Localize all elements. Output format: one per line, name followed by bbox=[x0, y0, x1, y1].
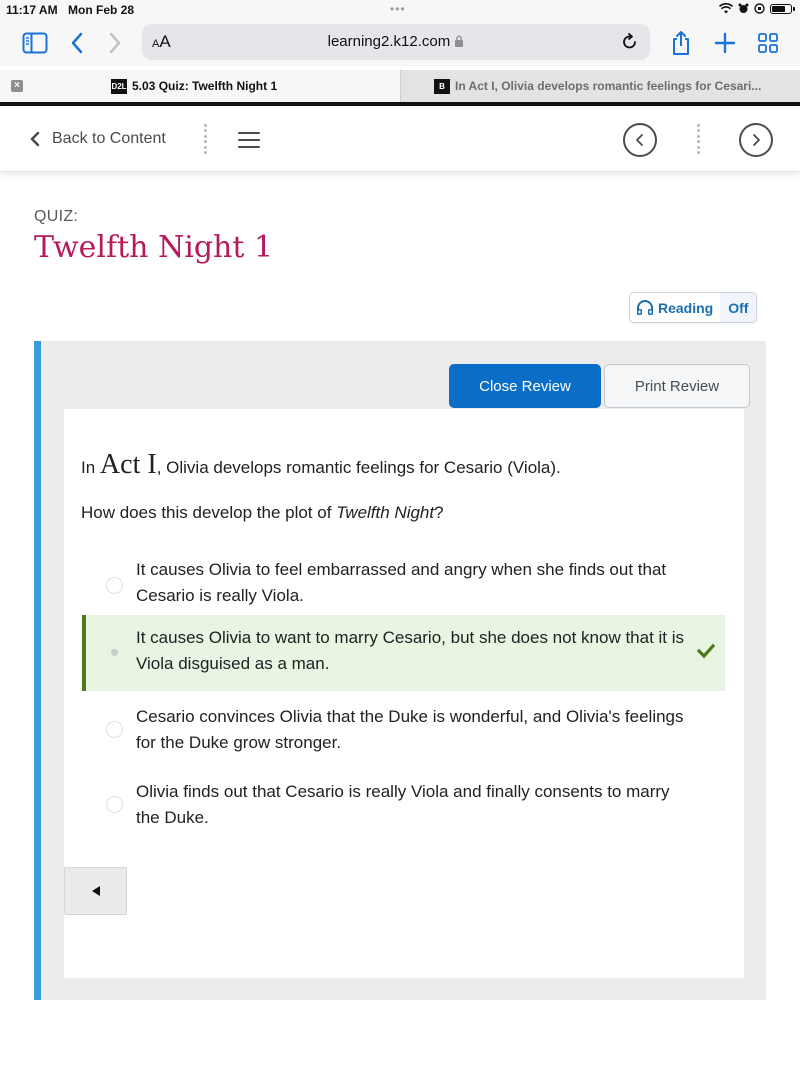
chevron-left-icon bbox=[636, 134, 643, 146]
reading-label: Reading bbox=[658, 299, 714, 316]
browser-forward-icon[interactable] bbox=[100, 28, 130, 58]
question-prompt: How does this develop the plot of Twelft… bbox=[81, 503, 444, 522]
status-bar: 11:17 AM Mon Feb 28 ••• bbox=[0, 0, 800, 22]
status-date: Mon Feb 28 bbox=[68, 3, 135, 17]
previous-question-button[interactable] bbox=[64, 867, 127, 915]
url-text: learning2.k12.com bbox=[327, 33, 451, 50]
option-text: Cesario convinces Olivia that the Duke i… bbox=[136, 707, 684, 752]
radio-button[interactable] bbox=[106, 721, 123, 738]
question-intro: In Act I, Olivia develops romantic feeli… bbox=[81, 449, 561, 480]
lms-nav-header: Back to Content bbox=[0, 106, 800, 172]
close-tab-icon[interactable]: × bbox=[11, 80, 23, 92]
option-text: It causes Olivia to feel embarrassed and… bbox=[136, 560, 667, 605]
url-display[interactable]: learning2.k12.com bbox=[142, 33, 650, 50]
orientation-lock-icon bbox=[754, 3, 765, 14]
answer-option-3[interactable]: Cesario convinces Olivia that the Duke i… bbox=[82, 699, 725, 775]
answer-option-2-correct[interactable]: It causes Olivia to want to marry Cesari… bbox=[82, 615, 725, 691]
next-topic-button[interactable] bbox=[739, 123, 773, 157]
chevron-right-icon bbox=[753, 134, 760, 146]
lock-icon bbox=[455, 35, 464, 47]
tab-search[interactable]: B In Act I, Olivia develops romantic fee… bbox=[400, 70, 800, 102]
separator-dots bbox=[203, 124, 207, 154]
sidebar-toggle-icon[interactable] bbox=[20, 28, 50, 58]
share-icon[interactable] bbox=[666, 28, 696, 58]
battery-icon bbox=[770, 3, 795, 14]
reload-icon[interactable] bbox=[618, 30, 642, 54]
menu-icon[interactable] bbox=[238, 132, 260, 148]
answer-option-4[interactable]: Olivia finds out that Cesario is really … bbox=[82, 775, 725, 851]
option-text: It causes Olivia to want to marry Cesari… bbox=[136, 628, 685, 673]
radio-button-selected[interactable] bbox=[106, 644, 123, 661]
question-card: In Act I, Olivia develops romantic feeli… bbox=[64, 409, 744, 978]
headphones-icon bbox=[637, 299, 653, 315]
multitasking-dots[interactable]: ••• bbox=[390, 2, 406, 16]
correct-check-icon bbox=[697, 643, 715, 659]
page-title: Twelfth Night 1 bbox=[34, 230, 274, 265]
act-reference: Act I bbox=[99, 449, 157, 480]
previous-topic-button[interactable] bbox=[623, 123, 657, 157]
tab-title: In Act I, Olivia develops romantic feeli… bbox=[455, 79, 762, 93]
alarm-icon bbox=[738, 3, 749, 13]
quiz-review-panel: Close Review Print Review In Act I, Oliv… bbox=[34, 341, 766, 1000]
radio-button[interactable] bbox=[106, 577, 123, 594]
wifi-icon bbox=[719, 3, 733, 14]
tab-title: 5.03 Quiz: Twelfth Night 1 bbox=[132, 79, 278, 93]
status-time: 11:17 AM bbox=[6, 3, 58, 17]
close-review-button[interactable]: Close Review bbox=[449, 364, 601, 408]
option-text: Olivia finds out that Cesario is really … bbox=[136, 782, 670, 827]
browser-back-icon[interactable] bbox=[62, 28, 92, 58]
play-title: Twelfth Night bbox=[336, 503, 435, 522]
tab-overview-icon[interactable] bbox=[753, 28, 783, 58]
reading-toggle[interactable]: Reading Off bbox=[629, 292, 758, 323]
radio-button[interactable] bbox=[106, 796, 123, 813]
tab-strip: × D2L 5.03 Quiz: Twelfth Night 1 B In Ac… bbox=[0, 70, 800, 102]
browser-toolbar: AA learning2.k12.com bbox=[0, 22, 800, 66]
reading-state: Off bbox=[728, 299, 749, 316]
address-bar[interactable]: AA learning2.k12.com bbox=[142, 24, 650, 60]
new-tab-icon[interactable] bbox=[710, 28, 740, 58]
d2l-favicon-icon: D2L bbox=[111, 78, 127, 94]
quiz-label: QUIZ: bbox=[34, 208, 79, 225]
separator-dots bbox=[696, 124, 700, 154]
back-to-content-label: Back to Content bbox=[52, 130, 166, 147]
chevron-left-icon bbox=[30, 131, 40, 147]
status-icons bbox=[719, 3, 795, 14]
tab-quiz[interactable]: × D2L 5.03 Quiz: Twelfth Night 1 bbox=[0, 70, 400, 102]
brainly-favicon-icon: B bbox=[434, 78, 450, 94]
answer-option-1[interactable]: It causes Olivia to feel embarrassed and… bbox=[82, 547, 725, 623]
back-to-content-link[interactable]: Back to Content bbox=[30, 130, 166, 148]
print-review-button[interactable]: Print Review bbox=[604, 364, 750, 408]
triangle-left-icon bbox=[91, 886, 100, 896]
